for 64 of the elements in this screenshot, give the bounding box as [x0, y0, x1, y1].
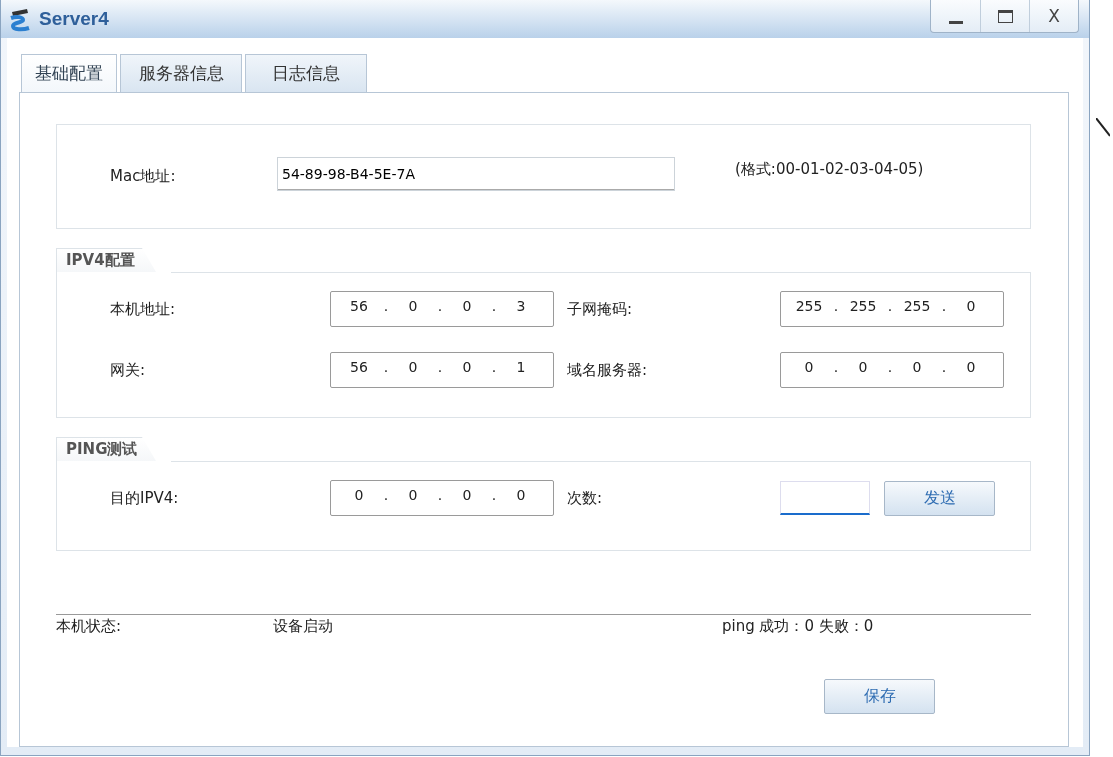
ip-address-field[interactable]: 0 . 0 . 0 . 0	[330, 480, 554, 516]
ip-octet: 255	[902, 298, 932, 314]
ip-octet: 0	[911, 359, 923, 375]
ip-octet: 0	[407, 487, 419, 503]
field-label: 次数:	[567, 488, 604, 508]
ip-octet: 0	[353, 487, 365, 503]
octet-dot: .	[940, 298, 948, 314]
field-label: 目的IPV4:	[110, 488, 180, 508]
octet-dot: .	[382, 487, 390, 503]
ip-octet: 0	[965, 298, 977, 314]
ip-octet: 3	[515, 298, 527, 314]
ip-octet: 255	[848, 298, 878, 314]
count-field[interactable]	[780, 481, 870, 515]
octet-dot: .	[490, 359, 498, 375]
ping-result: ping 成功：0 失败：0	[722, 617, 874, 636]
format-hint: (格式:00-01-02-03-04-05)	[735, 160, 924, 179]
field-label: 子网掩码:	[567, 299, 634, 319]
ip-octet: 0	[515, 487, 527, 503]
ip-octet: 0	[461, 487, 473, 503]
ip-octet: 0	[407, 359, 419, 375]
tab[interactable]: 基础配置	[21, 54, 117, 92]
octet-dot: .	[940, 359, 948, 375]
maximize-icon	[997, 9, 1013, 23]
mac-address-field[interactable]: 54-89-98-B4-5E-7A	[277, 156, 675, 191]
ip-address-field[interactable]: 0 . 0 . 0 . 0	[780, 352, 1004, 388]
save-button[interactable]: 保存	[824, 679, 935, 714]
octet-dot: .	[886, 298, 894, 314]
octet-dot: .	[886, 359, 894, 375]
field-label: Mac地址:	[110, 167, 177, 186]
tab[interactable]: 服务器信息	[120, 54, 242, 92]
octet-dot: .	[382, 298, 390, 314]
ip-octet: 255	[794, 298, 824, 314]
connector-line	[1096, 118, 1110, 138]
ip-octet: 1	[515, 359, 527, 375]
ip-octet: 56	[349, 298, 369, 314]
ip-octet: 56	[349, 359, 369, 375]
octet-dot: .	[490, 487, 498, 503]
octet-dot: .	[436, 298, 444, 314]
field-label: 本机地址:	[110, 299, 177, 319]
field-label: 域名服务器:	[567, 360, 649, 380]
field-label: 网关:	[110, 360, 147, 380]
octet-dot: .	[436, 487, 444, 503]
ip-octet: 0	[461, 359, 473, 375]
octet-dot: .	[832, 359, 840, 375]
status-value: 设备启动	[273, 617, 334, 636]
octet-dot: .	[490, 298, 498, 314]
ip-octet: 0	[407, 298, 419, 314]
status-label: 本机状态:	[56, 617, 123, 636]
ip-octet: 0	[965, 359, 977, 375]
tab[interactable]: 日志信息	[245, 54, 367, 92]
octet-dot: .	[382, 359, 390, 375]
section-title: IPV4配置	[56, 248, 156, 272]
window-title: Server4	[39, 8, 109, 30]
ip-address-field[interactable]: 56 . 0 . 0 . 1	[330, 352, 554, 388]
section-title: PING测试	[56, 437, 156, 461]
minimize-icon	[948, 21, 963, 25]
send-button[interactable]: 发送	[884, 480, 995, 516]
ip-address-field[interactable]: 56 . 0 . 0 . 3	[330, 291, 554, 327]
ip-address-field[interactable]: 255 . 255 . 255 . 0	[780, 291, 1004, 327]
octet-dot: .	[436, 359, 444, 375]
ip-octet: 0	[461, 298, 473, 314]
octet-dot: .	[832, 298, 840, 314]
ip-octet: 0	[803, 359, 815, 375]
ip-octet: 0	[857, 359, 869, 375]
